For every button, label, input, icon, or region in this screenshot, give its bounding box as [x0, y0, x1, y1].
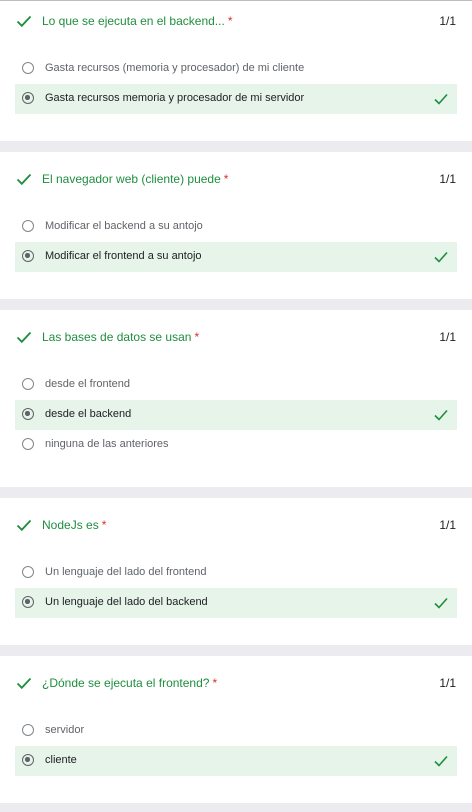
question-title-text: El navegador web (cliente) puede	[42, 172, 221, 186]
required-asterisk: *	[227, 14, 233, 28]
radio-button-selected[interactable]	[22, 596, 34, 608]
option-label: Modificar el backend a su antojo	[45, 220, 203, 232]
radio-dot	[25, 95, 30, 100]
checkmark-icon	[434, 93, 448, 105]
checkmark-icon	[16, 519, 32, 532]
option-label: servidor	[45, 724, 85, 736]
checkmark-icon	[434, 755, 448, 767]
radio-button-selected[interactable]	[22, 754, 34, 766]
required-asterisk: *	[101, 518, 107, 532]
option-row[interactable]: desde el frontend	[15, 370, 457, 400]
option-row-selected[interactable]: cliente	[15, 746, 457, 776]
option-label: Modificar el frontend a su antojo	[45, 250, 202, 262]
question-card: Lo que se ejecuta en el backend... * 1/1 …	[0, 1, 472, 141]
question-card: NodeJs es * 1/1 Un lenguaje del lado del …	[0, 498, 472, 645]
question-title: NodeJs es *	[42, 518, 106, 532]
checkmark-icon	[16, 331, 32, 344]
option-label: Un lenguaje del lado del frontend	[45, 566, 207, 578]
option-label: desde el frontend	[45, 378, 131, 390]
radio-button[interactable]	[22, 438, 34, 450]
question-score: 1/1	[439, 518, 456, 532]
option-label: Gasta recursos (memoria y procesador) de…	[45, 62, 305, 74]
option-row[interactable]: Un lenguaje del lado del frontend	[15, 558, 457, 588]
radio-button[interactable]	[22, 378, 34, 390]
question-title-text: Lo que se ejecuta en el backend...	[42, 14, 225, 28]
question-title-text: ¿Dónde se ejecuta el frontend?	[42, 676, 210, 690]
question-score: 1/1	[439, 14, 456, 28]
option-row-selected[interactable]: Modificar el frontend a su antojo	[15, 242, 457, 272]
checkmark-icon	[434, 597, 448, 609]
radio-button[interactable]	[22, 62, 34, 74]
checkmark-icon	[16, 15, 32, 28]
question-card: El navegador web (cliente) puede * 1/1 Mo…	[0, 152, 472, 299]
checkmark-icon	[16, 173, 32, 186]
question-header: NodeJs es * 1/1	[0, 505, 472, 545]
radio-dot	[25, 253, 30, 258]
question-card: ¿Dónde se ejecuta el frontend? * 1/1 serv…	[0, 656, 472, 803]
radio-dot	[25, 599, 30, 604]
option-row[interactable]: ninguna de las anteriores	[15, 430, 457, 460]
question-title-text: Las bases de datos se usan	[42, 330, 192, 344]
radio-button-selected[interactable]	[22, 408, 34, 420]
option-row-selected[interactable]: desde el backend	[15, 400, 457, 430]
question-card: Las bases de datos se usan * 1/1 desde el…	[0, 310, 472, 487]
checkmark-icon	[434, 251, 448, 263]
question-score: 1/1	[439, 330, 456, 344]
question-title-text: NodeJs es	[42, 518, 99, 532]
question-title: Lo que se ejecuta en el backend... *	[42, 14, 232, 28]
question-header: ¿Dónde se ejecuta el frontend? * 1/1	[0, 663, 472, 703]
radio-button[interactable]	[22, 724, 34, 736]
radio-button[interactable]	[22, 566, 34, 578]
required-asterisk: *	[212, 676, 218, 690]
question-score: 1/1	[439, 676, 456, 690]
question-score: 1/1	[439, 172, 456, 186]
option-row[interactable]: Modificar el backend a su antojo	[15, 212, 457, 242]
radio-dot	[25, 757, 30, 762]
checkmark-icon	[434, 409, 448, 421]
question-title: ¿Dónde se ejecuta el frontend? *	[42, 676, 217, 690]
option-row[interactable]: servidor	[15, 716, 457, 746]
radio-dot	[25, 411, 30, 416]
question-header: Lo que se ejecuta en el backend... * 1/1	[0, 1, 472, 41]
question-title: El navegador web (cliente) puede *	[42, 172, 228, 186]
option-label: desde el backend	[45, 408, 132, 420]
question-title: Las bases de datos se usan *	[42, 330, 199, 344]
required-asterisk: *	[223, 172, 229, 186]
option-label: Un lenguaje del lado del backend	[45, 596, 208, 608]
option-row-selected[interactable]: Un lenguaje del lado del backend	[15, 588, 457, 618]
option-row[interactable]: Gasta recursos (memoria y procesador) de…	[15, 54, 457, 84]
option-label: Gasta recursos memoria y procesador de m…	[45, 92, 305, 104]
option-label: ninguna de las anteriores	[45, 438, 169, 450]
question-header: El navegador web (cliente) puede * 1/1	[0, 159, 472, 199]
radio-button[interactable]	[22, 220, 34, 232]
radio-button-selected[interactable]	[22, 250, 34, 262]
option-row-selected[interactable]: Gasta recursos memoria y procesador de m…	[15, 84, 457, 114]
radio-button-selected[interactable]	[22, 92, 34, 104]
question-header: Las bases de datos se usan * 1/1	[0, 317, 472, 357]
option-label: cliente	[45, 754, 77, 766]
required-asterisk: *	[194, 330, 200, 344]
checkmark-icon	[16, 677, 32, 690]
